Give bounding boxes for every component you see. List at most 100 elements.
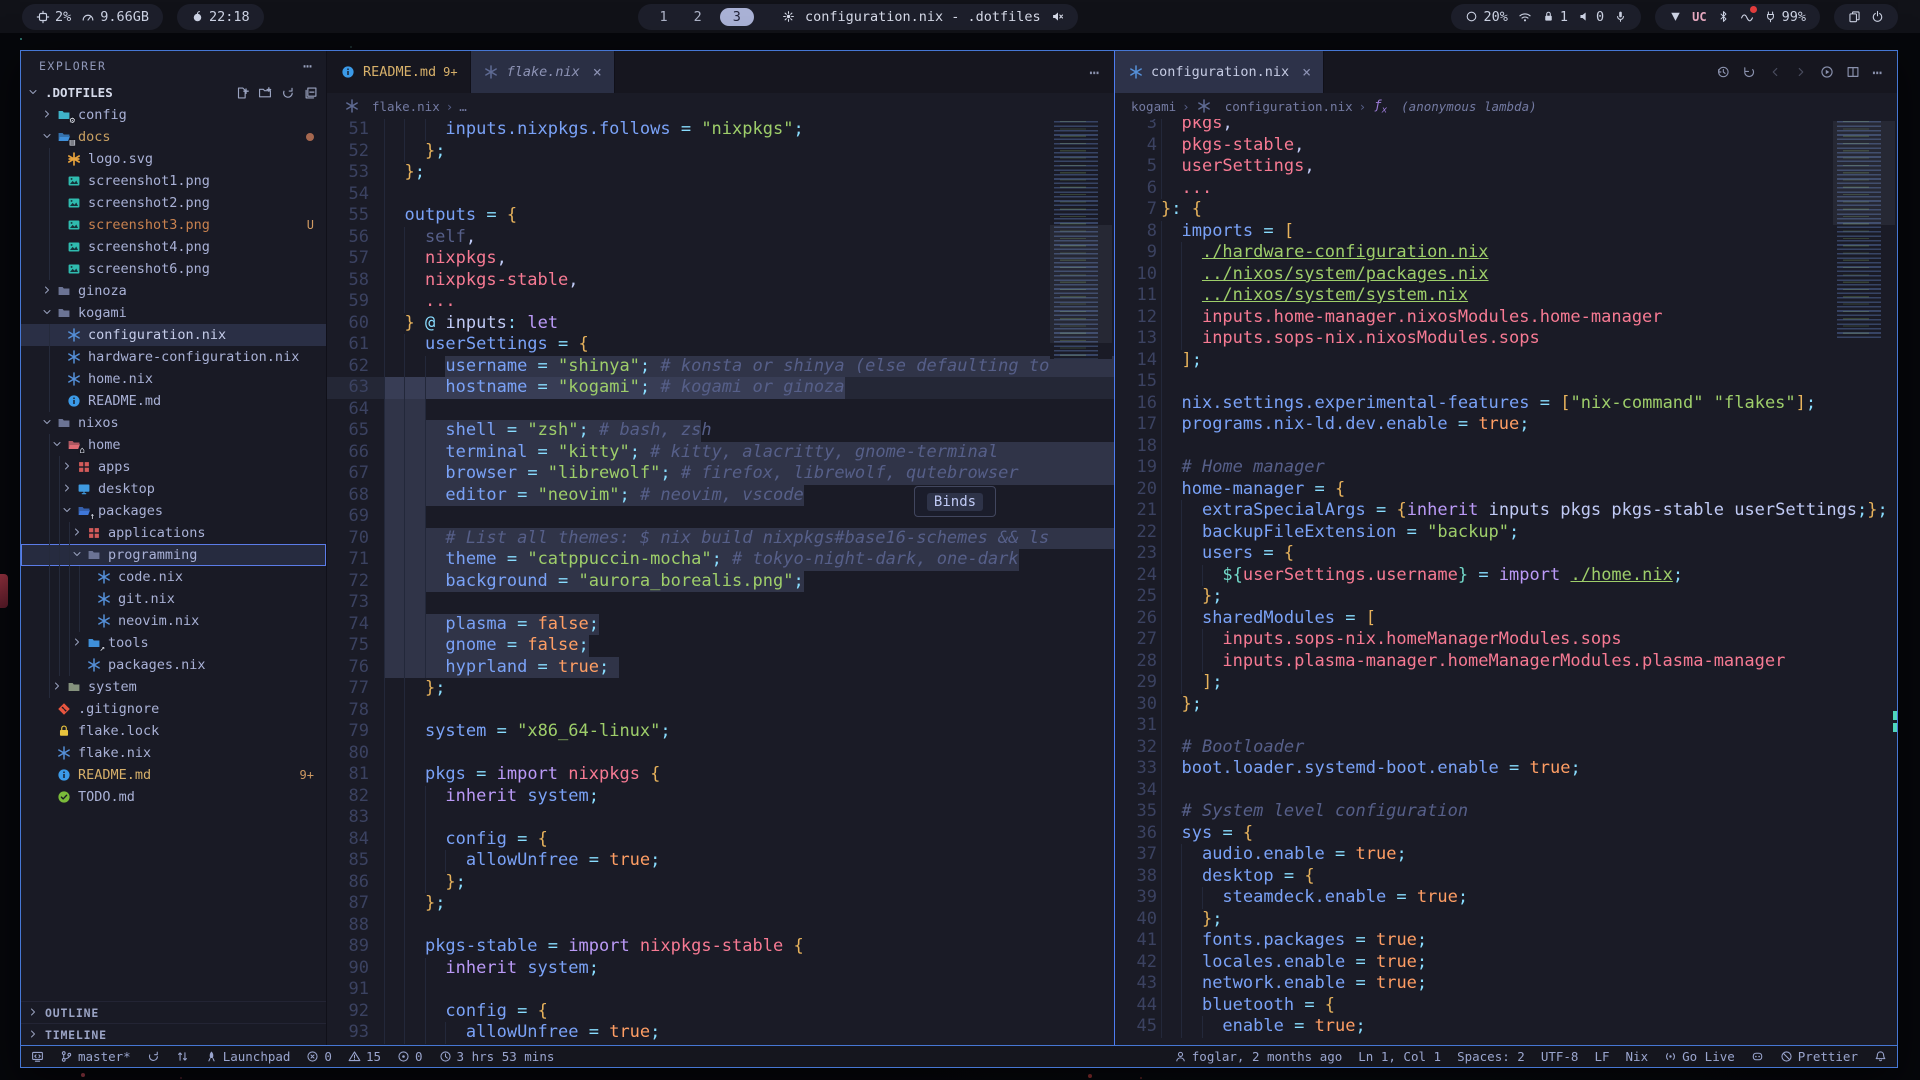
code-line-3[interactable]: 3 pkgs, [1115,119,1897,135]
code-line-25[interactable]: 25 }; [1115,586,1897,608]
tree-item-kogami[interactable]: kogami [21,302,326,324]
code-line-85[interactable]: 85 allowUnfree = true; [327,850,1114,872]
status-item-git-branch[interactable]: master* [60,1049,131,1064]
code-line-60[interactable]: 60 } @ inputs: let [327,313,1114,335]
code-line-19[interactable]: 19 # Home manager [1115,457,1897,479]
waybar-module-system-stats[interactable]: 2%9.66GB [22,4,163,30]
status-item-ports[interactable]: 0 [397,1049,423,1064]
tree-item-home-nix[interactable]: home.nix [21,368,326,390]
code-line-36[interactable]: 36 sys = { [1115,823,1897,845]
code-line-41[interactable]: 41 fonts.packages = true; [1115,930,1897,952]
status-item-git-compare[interactable] [176,1050,189,1063]
code-line-42[interactable]: 42 locales.enable = true; [1115,952,1897,974]
workspace-1[interactable]: 1 [652,9,676,25]
code-line-67[interactable]: 67 browser = "librewolf"; # firefox, lib… [327,463,1114,485]
refresh-icon[interactable] [281,86,295,100]
code-line-86[interactable]: 86 }; [327,872,1114,894]
code-line-83[interactable]: 83 [327,807,1114,829]
code-line-35[interactable]: 35 # System level configuration [1115,801,1897,823]
tray-app-icon[interactable]: UC [1692,10,1706,24]
code-line-45[interactable]: 45 enable = true; [1115,1016,1897,1038]
status-item-time-tracker[interactable]: 3 hrs 53 mins [439,1049,555,1064]
tree-item-neovim-nix[interactable]: neovim.nix [21,610,326,632]
status-item-launchpad[interactable]: Launchpad [205,1049,291,1064]
code-line-32[interactable]: 32 # Bootloader [1115,737,1897,759]
tree-item-screenshot3-png[interactable]: screenshot3.pngU [21,214,326,236]
code-line-76[interactable]: 76 hyprland = true; [327,657,1114,679]
status-item-language-mode[interactable]: Nix [1626,1049,1649,1064]
tree-item-home[interactable]: ⌂home [21,434,326,456]
workspace-3[interactable]: 3 [720,8,754,26]
breadcrumb[interactable]: flake.nix›… [327,93,1114,119]
code-line-40[interactable]: 40 }; [1115,909,1897,931]
code-line-33[interactable]: 33 boot.loader.systemd-boot.enable = tru… [1115,758,1897,780]
code-line-78[interactable]: 78 [327,700,1114,722]
code-line-80[interactable]: 80 [327,743,1114,765]
code-line-79[interactable]: 79 system = "x86_64-linux"; [327,721,1114,743]
sidebar-section-outline[interactable]: OUTLINE [21,1001,326,1023]
code-line-8[interactable]: 8 imports = [ [1115,221,1897,243]
code-line-93[interactable]: 93 allowUnfree = true; [327,1022,1114,1044]
views-more-icon[interactable]: ⋯ [303,57,312,75]
code-line-34[interactable]: 34 [1115,780,1897,802]
code-line-91[interactable]: 91 [327,979,1114,1001]
code-line-71[interactable]: 71 theme = "catppuccin-mocha"; # tokyo-n… [327,549,1114,571]
code-editor[interactable]: 3 pkgs,4 pkgs-stable,5 userSettings,6 ..… [1115,119,1897,1045]
minimap[interactable] [1833,121,1895,339]
status-item-remote-indicator[interactable] [31,1050,44,1063]
tree-item-screenshot1-png[interactable]: screenshot1.png [21,170,326,192]
code-line-58[interactable]: 58 nixpkgs-stable, [327,270,1114,292]
code-line-54[interactable]: 54 [327,184,1114,206]
code-line-84[interactable]: 84 config = { [327,829,1114,851]
code-line-10[interactable]: 10 ../nixos/system/packages.nix [1115,264,1897,286]
history-icon[interactable] [1716,65,1730,79]
workspace-2[interactable]: 2 [686,9,710,25]
code-line-72[interactable]: 72 background = "aurora_borealis.png"; [327,571,1114,593]
tab-readme-md[interactable]: README.md9+ [327,51,471,93]
code-line-87[interactable]: 87 }; [327,893,1114,915]
sidebar-section-timeline[interactable]: TIMELINE [21,1023,326,1045]
code-line-55[interactable]: 55 outputs = { [327,205,1114,227]
tree-item-config[interactable]: ⚙config [21,104,326,126]
code-editor[interactable]: 51 inputs.nixpkgs.follows = "nixpkgs";52… [327,119,1114,1045]
waybar-module-clock-module[interactable]: 22:18 [177,4,264,30]
code-line-89[interactable]: 89 pkgs-stable = import nixpkgs-stable { [327,936,1114,958]
code-line-31[interactable]: 31 [1115,715,1897,737]
code-line-37[interactable]: 37 audio.enable = true; [1115,844,1897,866]
waybar-module-tray[interactable]: UC99% [1655,4,1820,30]
code-line-14[interactable]: 14 ]; [1115,350,1897,372]
tree-item-nixos[interactable]: nixos [21,412,326,434]
code-line-59[interactable]: 59 ... [327,291,1114,313]
code-line-70[interactable]: 70 # List all themes: $ nix build nixpkg… [327,528,1114,550]
tree-item-screenshot4-png[interactable]: screenshot4.png [21,236,326,258]
code-line-38[interactable]: 38 desktop = { [1115,866,1897,888]
new-file-icon[interactable] [235,86,249,100]
code-line-9[interactable]: 9 ./hardware-configuration.nix [1115,242,1897,264]
status-item-go-live[interactable]: Go Live [1664,1049,1735,1064]
tree-item-screenshot2-png[interactable]: screenshot2.png [21,192,326,214]
code-line-11[interactable]: 11 ../nixos/system/system.nix [1115,285,1897,307]
status-item-eol[interactable]: LF [1594,1049,1609,1064]
close-icon[interactable]: × [593,63,602,81]
minimap[interactable] [1050,121,1112,359]
code-line-43[interactable]: 43 network.enable = true; [1115,973,1897,995]
tree-item-tools[interactable]: ↗tools [21,632,326,654]
code-line-24[interactable]: 24 ${userSettings.username} = import ./h… [1115,565,1897,587]
tab-flake-nix[interactable]: flake.nix× [471,51,615,93]
tree-item-desktop[interactable]: desktop [21,478,326,500]
code-line-4[interactable]: 4 pkgs-stable, [1115,135,1897,157]
code-line-39[interactable]: 39 steamdeck.enable = true; [1115,887,1897,909]
tree-item-readme-md[interactable]: README.md [21,390,326,412]
code-line-51[interactable]: 51 inputs.nixpkgs.follows = "nixpkgs"; [327,119,1114,141]
tree-item-code-nix[interactable]: code.nix [21,566,326,588]
nav-forward-icon[interactable] [1794,65,1808,79]
code-line-65[interactable]: 65 shell = "zsh"; # bash, zsh [327,420,1114,442]
waybar-module-power-group[interactable] [1834,4,1898,30]
code-line-23[interactable]: 23 users = { [1115,543,1897,565]
code-line-77[interactable]: 77 }; [327,678,1114,700]
nav-back-icon[interactable] [1768,65,1782,79]
status-item-notifications[interactable] [1874,1050,1887,1063]
status-item-errors[interactable]: 0 [306,1049,332,1064]
tree-item-configuration-nix[interactable]: configuration.nix [21,324,326,346]
tree-item-flake-lock[interactable]: flake.lock [21,720,326,742]
